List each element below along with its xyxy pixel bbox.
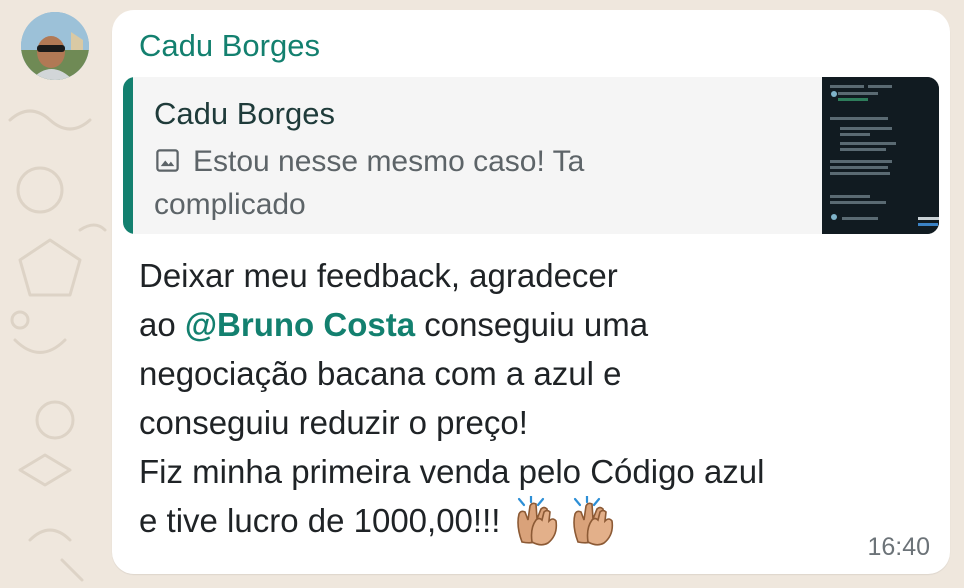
quote-accent-bar (123, 77, 133, 234)
message-line-with-emoji: e tive lucro de 1000,00!!! (139, 496, 929, 546)
message-text-fragment: ao (139, 306, 185, 343)
user-mention-link[interactable]: @Bruno Costa (185, 306, 415, 343)
quoted-message-author: Cadu Borges (154, 96, 335, 131)
quoted-image-thumbnail[interactable] (822, 77, 939, 234)
sender-avatar[interactable] (21, 12, 89, 80)
message-text: Deixar meu feedback, agradecer ao @Bruno… (139, 251, 929, 546)
quoted-message[interactable]: Cadu Borges Estou nesse mesmo caso! Ta c… (123, 77, 939, 234)
clapping-hands-icon (572, 496, 613, 546)
message-line: Deixar meu feedback, agradecer (139, 257, 618, 294)
clapping-hands-icon (516, 496, 557, 546)
message-line: conseguiu reduzir o preço! (139, 404, 528, 441)
photo-icon (156, 149, 179, 172)
quoted-message-text: Estou nesse mesmo caso! Ta complicado (154, 145, 585, 221)
message-line: negociação bacana com a azul e (139, 355, 622, 392)
message-line-with-mention: ao @Bruno Costa conseguiu uma (139, 300, 929, 349)
quoted-message-text-container: Estou nesse mesmo caso! Ta complicado (154, 140, 674, 226)
message-timestamp: 16:40 (867, 533, 930, 561)
message-text-fragment: conseguiu uma (415, 306, 649, 343)
chat-screen: { "message": { "sender": "Cadu Borges", … (0, 0, 964, 588)
message-text-fragment: e tive lucro de 1000,00!!! (139, 502, 510, 539)
sender-name[interactable]: Cadu Borges (139, 26, 320, 66)
message-bubble[interactable]: Cadu Borges Cadu Borges Estou nesse mesm… (112, 10, 950, 574)
message-line: Fiz minha primeira venda pelo Código azu… (139, 453, 765, 490)
